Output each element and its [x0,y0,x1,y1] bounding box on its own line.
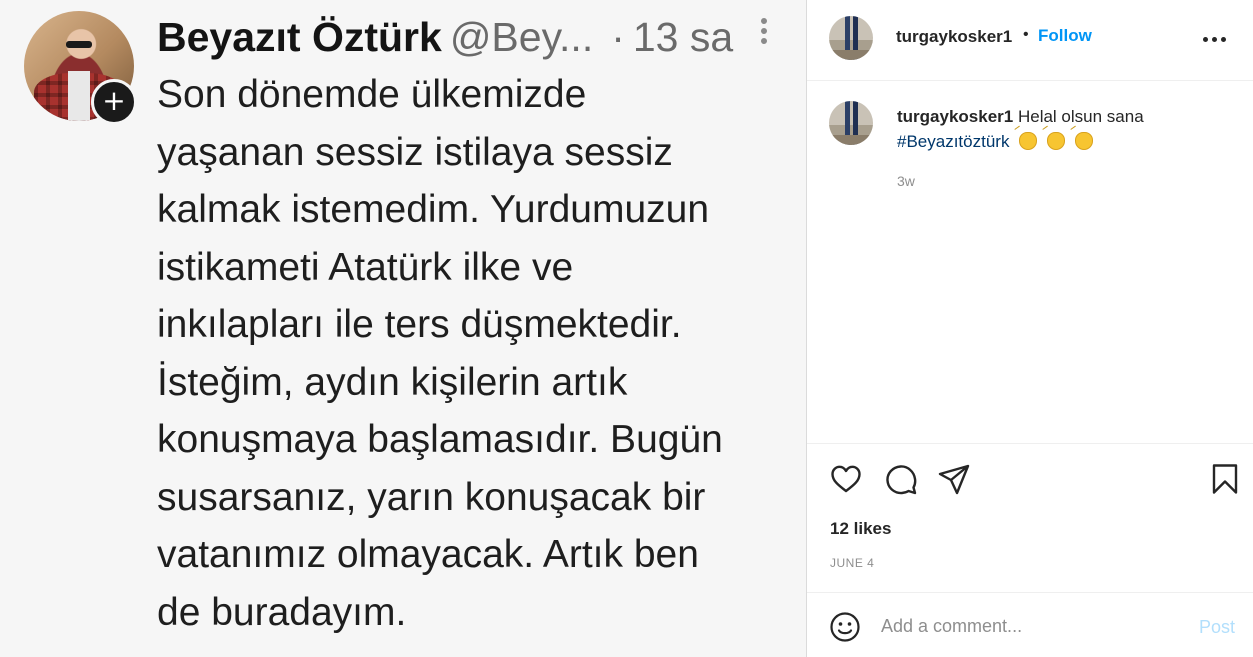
comment-bar: Post [807,592,1253,657]
post-sidebar: turgaykosker1 • Follow turgaykosker1 Hel… [806,0,1253,657]
like-count[interactable]: 12 likes [830,519,891,539]
comment-input[interactable] [879,607,1173,645]
post-header: turgaykosker1 • Follow [807,0,1253,81]
tweet-author-handle: @Bey... [449,14,594,60]
caption-age[interactable]: 3w [897,173,915,189]
tweet-line: İsteğim, aydın kişilerin artık [157,360,628,404]
follow-button[interactable]: Follow [1038,26,1092,46]
tweet-line: konuşmaya başlamasıdır. Bugün [157,418,723,461]
caption-hashtag[interactable]: #Beyazıtöztürk [897,132,1009,151]
tweet-line: kalmak istemedim. Yurdumuzun [157,188,710,231]
share-button[interactable] [937,462,971,496]
tweet-line: susarsanız, yarın konuşacak bir [157,475,706,519]
heart-icon [831,465,861,493]
tweet-author-name: Beyazıt Öztürk [157,14,442,60]
tweet-line: de buradayım. [157,590,407,634]
divider [807,443,1253,444]
like-button[interactable] [829,462,863,496]
tweet-time: 13 sa [632,14,734,60]
tweet-line: yaşanan sessiz istilaya sessiz [157,130,673,174]
caption-avatar[interactable] [829,101,873,145]
tweet-text: Son dönemde ülkemizde yaşanan sessiz ist… [157,66,797,641]
tweet-header: Beyazıt Öztürk @Bey... · 13 sa [157,14,733,60]
clapping-hands-icon [1019,132,1038,150]
post-date[interactable]: JUNE 4 [830,556,874,570]
save-button[interactable] [1208,462,1242,496]
comment-button[interactable] [884,462,918,496]
more-options-icon[interactable] [1203,27,1229,51]
tweet-line: Son dönemde ülkemizde [157,73,587,116]
tweet-line: vatanımız olmayacak. Artık ben [157,533,699,576]
clapping-hands-icon [1046,132,1065,150]
caption-text: Helal olsun sana [1017,107,1144,126]
header-separator: • [1023,26,1029,43]
tweet-separator: · [611,14,625,60]
share-icon [938,464,970,495]
follow-plus-icon: + [91,79,137,125]
smiley-icon [830,612,860,642]
tweet-more-icon [760,18,768,48]
caption-username[interactable]: turgaykosker1 [897,107,1013,126]
author-username[interactable]: turgaykosker1 [896,27,1012,47]
tweet-line: istikameti Atatürk ilke ve [157,245,574,289]
clapping-hands-icon [1074,132,1093,150]
tweet-line: inkılapları ile ters düşmektedir. [157,303,682,346]
author-avatar[interactable] [829,16,873,60]
post-comment-button[interactable]: Post [1199,617,1235,638]
post-caption: turgaykosker1 Helal olsun sana #Beyazıtö… [897,104,1227,154]
bookmark-icon [1212,464,1238,494]
comment-icon [886,465,917,495]
post-image[interactable]: + Beyazıt Öztürk @Bey... · 13 sa Son dönemd… [0,0,806,657]
emoji-button[interactable] [829,611,861,643]
